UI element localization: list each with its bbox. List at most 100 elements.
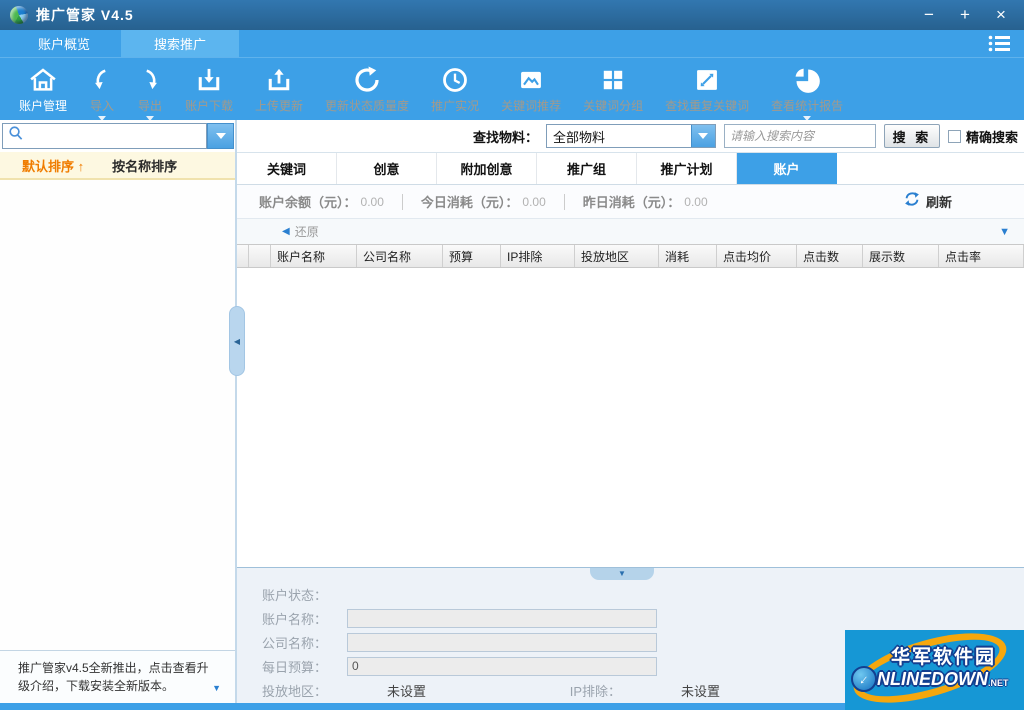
minimize-button[interactable]: −	[916, 3, 942, 27]
company-name-field[interactable]	[347, 633, 657, 652]
maximize-button[interactable]: +	[952, 3, 978, 27]
toolbar-statistics-report[interactable]: 查看统计报告	[760, 64, 854, 121]
sidebar-search-box	[2, 123, 207, 149]
restore-left-icon: ◀	[282, 226, 290, 237]
account-name-label: 账户名称：	[237, 609, 327, 628]
watermark-site-name: 华军软件园	[891, 642, 996, 669]
toolbar-import[interactable]: 导入	[78, 64, 126, 121]
chevron-down-icon	[216, 133, 226, 139]
grid-options-icon[interactable]: ▼	[999, 226, 1010, 238]
toolbar-live-status[interactable]: 推广实况	[420, 64, 490, 121]
yesterday-cost-label: 昨日消耗（元）：	[583, 192, 681, 211]
dedupe-icon	[693, 64, 721, 96]
account-status-row: 账户状态：	[237, 582, 1024, 606]
search-icon	[7, 125, 24, 147]
filter-row: 查找物料： 全部物料 搜 索 精确搜索	[237, 120, 1024, 152]
account-status-label: 账户状态：	[237, 585, 327, 604]
import-arrow-icon	[89, 64, 115, 96]
tab-keywords[interactable]: 关键词	[237, 153, 337, 184]
exact-search-checkbox[interactable]	[948, 130, 961, 143]
col-impressions[interactable]: 展示数	[863, 245, 939, 267]
watermark-domain: NLINEDOWN	[877, 669, 988, 690]
daily-budget-label: 每日预算：	[237, 657, 327, 676]
home-icon	[28, 64, 58, 96]
col-account-name[interactable]: 账户名称	[271, 245, 357, 267]
toolbar-keyword-group[interactable]: 关键词分组	[572, 64, 654, 121]
col-blank-2	[249, 245, 271, 267]
sort-by-name-button[interactable]: 按名称排序	[112, 156, 177, 175]
exact-search-label: 精确搜索	[966, 127, 1018, 146]
pie-chart-icon	[793, 64, 821, 96]
col-ip-exclude[interactable]: IP排除	[501, 245, 575, 267]
col-region[interactable]: 投放地区	[575, 245, 659, 267]
col-clicks[interactable]: 点击数	[797, 245, 863, 267]
toolbar-account-download[interactable]: 账户下载	[174, 64, 244, 121]
toolbar-find-duplicates[interactable]: 查找重复关键词	[654, 64, 760, 121]
refresh-circle-icon	[352, 64, 382, 96]
tab-account-overview[interactable]: 账户概览	[7, 30, 121, 57]
col-company-name[interactable]: 公司名称	[357, 245, 443, 267]
upload-icon	[265, 64, 293, 96]
toolbar-account-manage[interactable]: 账户管理	[8, 64, 78, 121]
watermark-o-arrow-icon: ↓	[851, 666, 877, 692]
app-window: 推广管家 V4.5 − + × 账户概览 搜索推广 账户管理	[0, 0, 1024, 710]
download-icon	[195, 64, 223, 96]
sort-ascending-icon: ↑	[78, 159, 85, 174]
announcement-expand-icon[interactable]: ▼	[212, 683, 221, 693]
tab-accounts[interactable]: 账户	[737, 153, 837, 184]
clock-icon	[441, 64, 469, 96]
title-bar: 推广管家 V4.5 − + ×	[0, 0, 1024, 30]
select-dropdown-button[interactable]	[691, 125, 715, 147]
menu-list-icon[interactable]	[988, 35, 1010, 52]
main-toolbar: 账户管理 导入 导出	[0, 57, 1024, 120]
account-list[interactable]	[0, 180, 235, 650]
region-value[interactable]: 未设置	[387, 681, 426, 700]
account-name-field[interactable]	[347, 609, 657, 628]
table-header: 账户名称 公司名称 预算 IP排除 投放地区 消耗 点击均价 点击数 展示数 点…	[237, 244, 1024, 268]
keyword-search-input[interactable]	[724, 124, 876, 148]
sidebar-search-input[interactable]	[24, 129, 206, 143]
find-material-label: 查找物料：	[473, 127, 538, 146]
toolbar-update-quality[interactable]: 更新状态质量度	[314, 64, 420, 121]
toolbar-upload-update[interactable]: 上传更新	[244, 64, 314, 121]
window-title: 推广管家 V4.5	[36, 5, 134, 25]
panel-collapse-handle[interactable]: ▼	[590, 568, 654, 580]
tab-creatives[interactable]: 创意	[337, 153, 437, 184]
col-ctr[interactable]: 点击率	[939, 245, 1024, 267]
announcement-panel: 推广管家v4.5全新推出，点击查看升级介绍，下载安装全新版本。 ▼	[0, 650, 235, 703]
col-avg-cpc[interactable]: 点击均价	[717, 245, 797, 267]
sort-default-button[interactable]: 默认排序 ↑	[22, 156, 84, 175]
restore-button[interactable]: ◀ 还原	[282, 223, 319, 240]
refresh-icon	[904, 191, 920, 212]
balance-value: 0.00	[361, 195, 384, 209]
refresh-button[interactable]: 刷新	[904, 191, 952, 212]
ip-exclude-value[interactable]: 未设置	[681, 681, 720, 700]
tab-campaigns[interactable]: 推广计划	[637, 153, 737, 184]
sidebar: 默认排序 ↑ 按名称排序 推广管家v4.5全新推出，点击查看升级介绍，下载安装全…	[0, 120, 237, 703]
export-arrow-icon	[137, 64, 163, 96]
tab-search-promotion[interactable]: 搜索推广	[121, 30, 239, 57]
watermark-domain-row: ↓ NLINEDOWN .NET	[851, 666, 1009, 692]
tab-ad-groups[interactable]: 推广组	[537, 153, 637, 184]
material-type-value: 全部物料	[547, 127, 691, 146]
announcement-text[interactable]: 推广管家v4.5全新推出，点击查看升级介绍，下载安装全新版本。	[18, 659, 219, 695]
search-button[interactable]: 搜 索	[884, 124, 940, 148]
col-cost[interactable]: 消耗	[659, 245, 717, 267]
sidebar-dropdown-button[interactable]	[207, 123, 234, 149]
sidebar-collapse-handle[interactable]: ◀	[229, 306, 245, 376]
col-budget[interactable]: 预算	[443, 245, 501, 267]
watermark-domain-suffix: .NET	[988, 678, 1009, 688]
collapse-down-icon: ▼	[618, 569, 626, 579]
summary-row: 账户余额（元）： 0.00 今日消耗（元）： 0.00 昨日消耗（元）： 0.0…	[237, 185, 1024, 219]
toolbar-export[interactable]: 导出	[126, 64, 174, 121]
close-button[interactable]: ×	[988, 3, 1014, 27]
yesterday-cost-value: 0.00	[684, 195, 707, 209]
tab-extended-creatives[interactable]: 附加创意	[437, 153, 537, 184]
daily-budget-field[interactable]	[347, 657, 657, 676]
material-type-select[interactable]: 全部物料	[546, 124, 716, 148]
watermark: 华军软件园 ↓ NLINEDOWN .NET	[845, 630, 1024, 710]
toolbar-keyword-recommend[interactable]: 关键词推荐	[490, 64, 572, 121]
app-body: 默认排序 ↑ 按名称排序 推广管家v4.5全新推出，点击查看升级介绍，下载安装全…	[0, 120, 1024, 703]
table-body[interactable]	[237, 268, 1024, 567]
account-name-row: 账户名称：	[237, 606, 1024, 630]
